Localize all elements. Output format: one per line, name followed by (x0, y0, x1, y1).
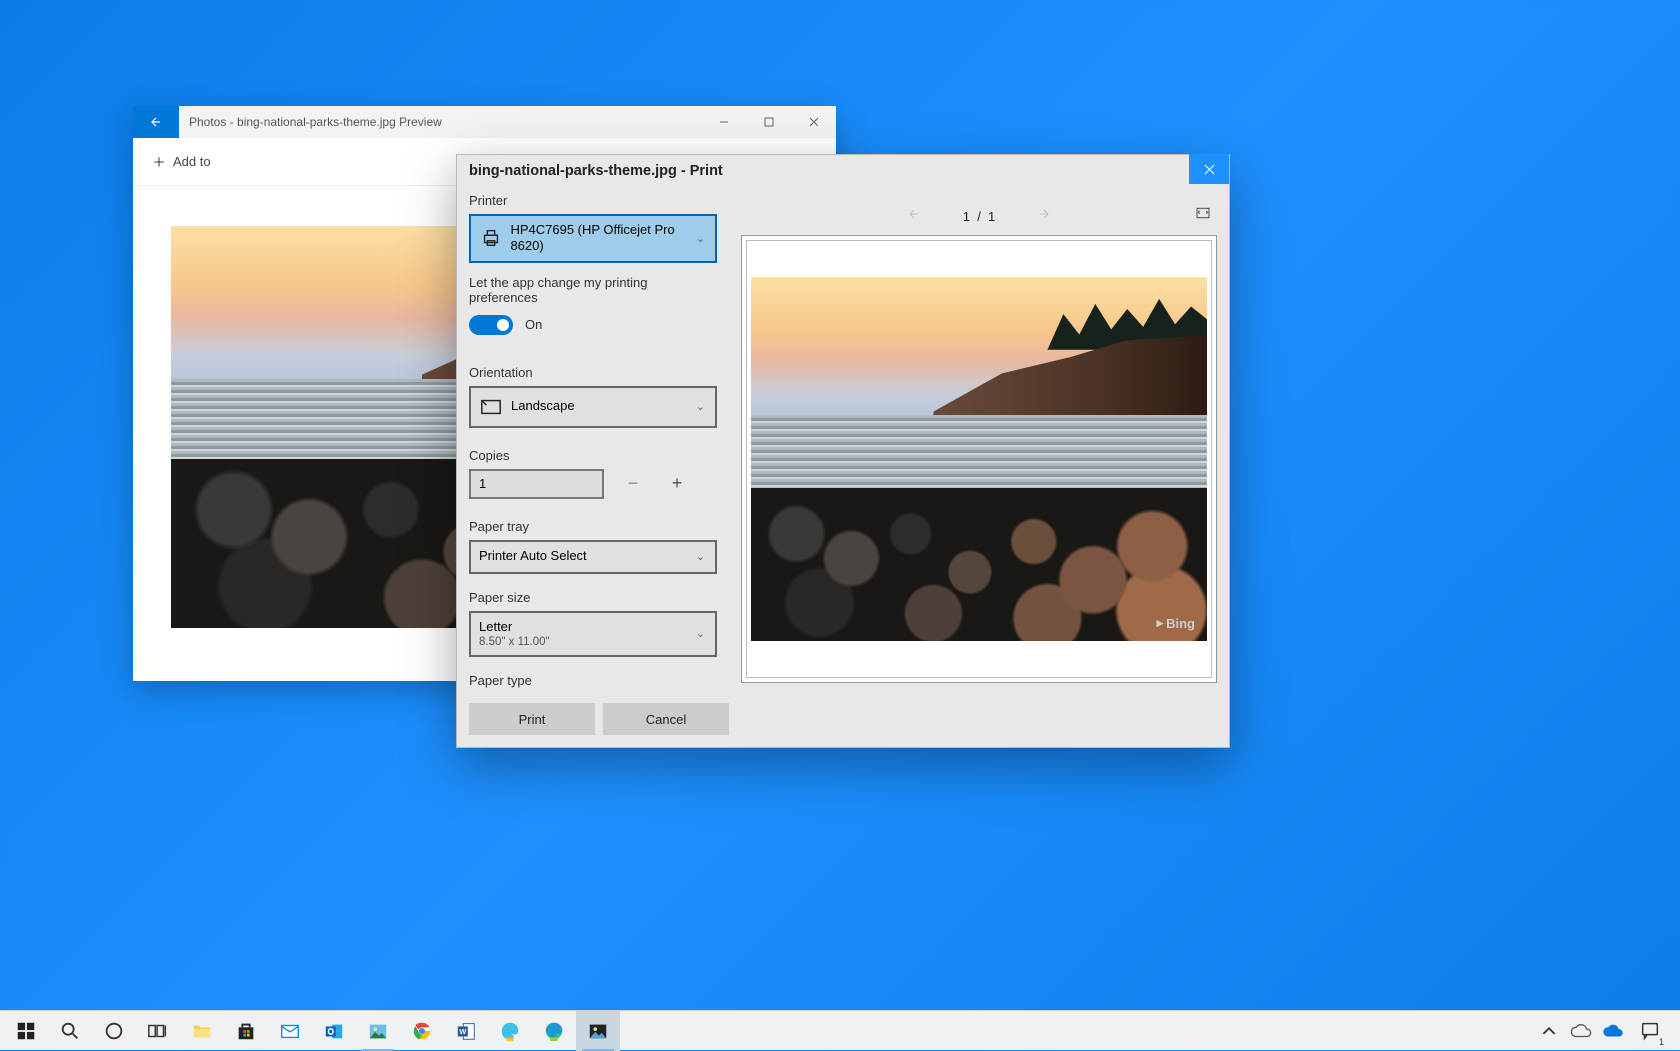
svg-text:W: W (459, 1027, 466, 1036)
taskbar: W 1 (0, 1010, 1680, 1050)
cortana-button[interactable] (92, 1011, 136, 1051)
copies-increment[interactable]: + (662, 469, 692, 499)
tray-overflow-icon[interactable] (1534, 1011, 1564, 1051)
copies-label: Copies (469, 448, 717, 463)
printer-label: Printer (469, 193, 717, 208)
prev-page-button[interactable] (905, 207, 923, 226)
photos-taskbar-icon[interactable] (356, 1011, 400, 1051)
printer-icon (479, 227, 502, 249)
cancel-button[interactable]: Cancel (603, 703, 729, 735)
print-preview-panel: 1 / 1 ▸ Bing (729, 187, 1229, 695)
window-title: Photos - bing-national-parks-theme.jpg P… (179, 115, 701, 129)
size-value: Letter (479, 619, 550, 635)
print-dialog-header: bing-national-parks-theme.jpg - Print (457, 155, 1229, 187)
onedrive-icon[interactable] (1566, 1011, 1596, 1051)
start-button[interactable] (4, 1011, 48, 1051)
task-view-button[interactable] (136, 1011, 180, 1051)
add-to-label: Add to (173, 154, 211, 169)
chrome-icon[interactable] (400, 1011, 444, 1051)
chevron-down-icon: ⌄ (696, 232, 705, 245)
system-tray: 1 (1534, 1011, 1676, 1051)
next-page-button[interactable] (1035, 207, 1053, 226)
preview-image: ▸ Bing (751, 277, 1207, 641)
print-options-panel: Printer HP4C7695 (HP Officejet Pro 8620)… (457, 187, 729, 695)
preferences-toggle[interactable] (469, 315, 513, 335)
search-button[interactable] (48, 1011, 92, 1051)
chevron-down-icon: ⌄ (696, 627, 705, 640)
orientation-select[interactable]: Landscape ⌄ (469, 386, 717, 428)
orientation-value: Landscape (511, 398, 575, 414)
printer-value: HP4C7695 (HP Officejet Pro 8620) (510, 222, 707, 255)
print-dialog-title: bing-national-parks-theme.jpg - Print (469, 163, 723, 179)
back-button[interactable] (133, 106, 179, 138)
tray-label: Paper tray (469, 519, 717, 534)
landscape-icon (479, 398, 503, 416)
page-total: 1 (988, 209, 995, 224)
tray-value: Printer Auto Select (479, 548, 587, 564)
add-to-button[interactable]: Add to (143, 150, 219, 174)
bing-watermark: ▸ Bing (1157, 615, 1195, 631)
word-icon[interactable]: W (444, 1011, 488, 1051)
dialog-close-button[interactable] (1189, 154, 1229, 184)
page-nav: 1 / 1 (741, 197, 1217, 235)
copies-decrement[interactable]: − (618, 469, 648, 499)
preferences-label: Let the app change my printing preferenc… (469, 275, 717, 305)
printer-select[interactable]: HP4C7695 (HP Officejet Pro 8620) ⌄ (469, 214, 717, 263)
photos-app-running-icon[interactable] (576, 1011, 620, 1051)
page-current: 1 (963, 209, 970, 224)
print-dialog: bing-national-parks-theme.jpg - Print Pr… (456, 154, 1230, 748)
preferences-toggle-label: On (525, 317, 542, 332)
mail-icon[interactable] (268, 1011, 312, 1051)
fit-page-button[interactable] (1194, 205, 1212, 226)
store-icon[interactable] (224, 1011, 268, 1051)
orientation-label: Orientation (469, 365, 717, 380)
close-button[interactable] (791, 106, 836, 138)
copies-input[interactable]: 1 (469, 469, 604, 499)
paper-type-label: Paper type (469, 673, 717, 688)
print-button[interactable]: Print (469, 703, 595, 735)
maximize-button[interactable] (746, 106, 791, 138)
size-label: Paper size (469, 590, 717, 605)
edge-icon[interactable] (532, 1011, 576, 1051)
chevron-down-icon: ⌄ (696, 550, 705, 563)
action-center-icon[interactable]: 1 (1630, 1011, 1670, 1051)
minimize-button[interactable] (701, 106, 746, 138)
preview-page: ▸ Bing (741, 235, 1217, 683)
tray-select[interactable]: Printer Auto Select ⌄ (469, 540, 717, 574)
outlook-icon[interactable] (312, 1011, 356, 1051)
chevron-down-icon: ⌄ (696, 400, 705, 413)
photos-titlebar: Photos - bing-national-parks-theme.jpg P… (133, 106, 836, 138)
size-select[interactable]: Letter 8.50" x 11.00" ⌄ (469, 611, 717, 658)
size-sub: 8.50" x 11.00" (479, 635, 550, 649)
edge-legacy-icon[interactable] (488, 1011, 532, 1051)
file-explorer-icon[interactable] (180, 1011, 224, 1051)
onedrive-synced-icon[interactable] (1598, 1011, 1628, 1051)
